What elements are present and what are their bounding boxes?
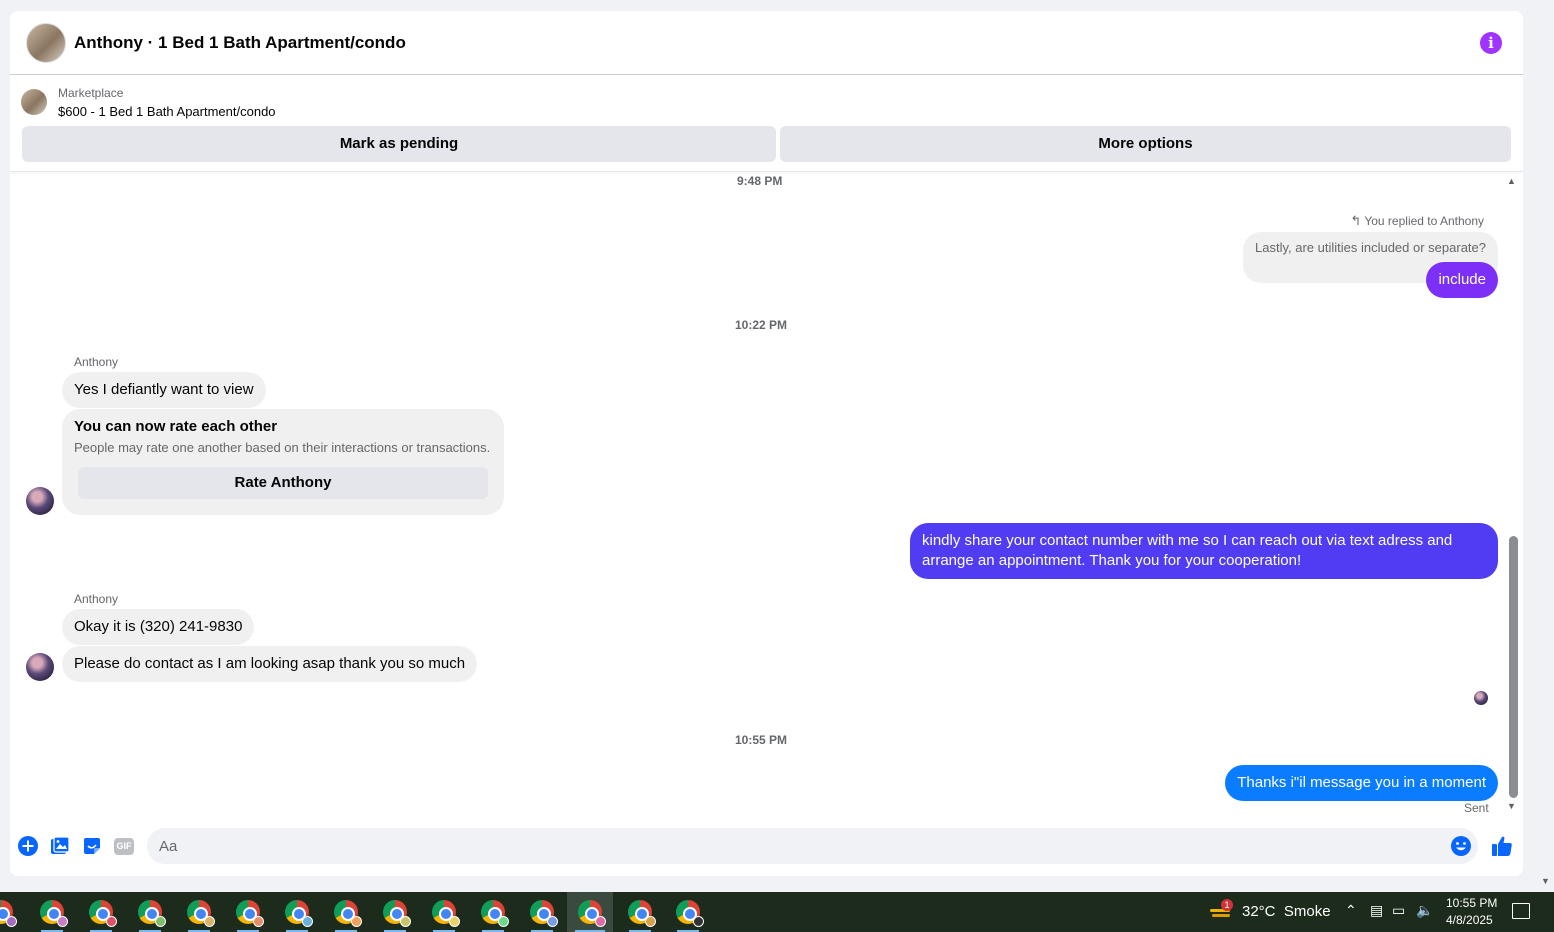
avatar[interactable] [26, 653, 54, 681]
message-line: arrange an appointment. Thank you for yo… [922, 552, 1302, 569]
message-input[interactable] [159, 828, 1429, 864]
outgoing-message[interactable]: Thanks i"il message you in a moment [1225, 765, 1498, 801]
chat-header: Anthony · 1 Bed 1 Bath Apartment/condo i [10, 11, 1523, 75]
timestamp: 9:48 PM [737, 174, 783, 188]
gif-label: GIF [114, 837, 134, 855]
message-composer[interactable] [147, 828, 1478, 864]
chrome-icon [236, 900, 264, 927]
taskbar-chrome-profile-active[interactable] [567, 892, 613, 932]
outgoing-message[interactable]: kindly share your contact number with me… [910, 523, 1498, 579]
page-scroll-down-arrow-icon[interactable]: ▼ [1541, 876, 1550, 886]
taskbar-chrome-profile[interactable] [225, 892, 271, 932]
rate-card-subtitle: People may rate one another based on the… [74, 440, 491, 455]
scroll-down-arrow-icon[interactable]: ▼ [1507, 801, 1516, 811]
taskbar-chrome-profile[interactable] [127, 892, 173, 932]
chrome-icon [89, 900, 117, 927]
reply-icon: ↰ [1350, 213, 1362, 228]
plus-circle-icon[interactable] [17, 835, 39, 857]
chrome-icon [334, 900, 362, 927]
timestamp: 10:55 PM [735, 733, 788, 747]
incoming-message[interactable]: Yes I defiantly want to view [62, 372, 266, 408]
chrome-icon [530, 900, 558, 927]
chrome-icon [285, 900, 313, 927]
taskbar-chrome-profile[interactable] [372, 892, 418, 932]
mark-as-pending-button[interactable]: Mark as pending [22, 126, 776, 162]
info-icon[interactable]: i [1480, 32, 1502, 54]
message-status: Sent [1464, 801, 1489, 815]
message-line: kindly share your contact number with me… [922, 532, 1453, 549]
incoming-message[interactable]: Please do contact as I am looking asap t… [62, 646, 478, 682]
reply-note-text: You replied to Anthony [1364, 214, 1484, 228]
emoji-icon[interactable] [1450, 835, 1472, 857]
taskbar-chrome-profile[interactable] [665, 892, 711, 932]
chat-title[interactable]: Anthony · 1 Bed 1 Bath Apartment/condo [74, 33, 406, 53]
timestamp: 10:22 PM [735, 318, 788, 332]
chrome-icon [432, 900, 460, 927]
weather-icon[interactable]: 1 [1210, 899, 1233, 921]
sticker-icon[interactable] [81, 835, 103, 857]
chrome-icon [676, 900, 704, 927]
taskbar-chrome-profile[interactable] [0, 892, 24, 932]
taskbar-chrome-profile[interactable] [78, 892, 124, 932]
network-icon[interactable]: ▭ [1392, 902, 1405, 919]
chat-window: Anthony · 1 Bed 1 Bath Apartment/condo i… [10, 11, 1523, 876]
chrome-icon [138, 900, 166, 927]
meet-icon[interactable]: ▤ [1370, 902, 1383, 919]
taskbar-chrome-profile[interactable] [323, 892, 369, 932]
incoming-message[interactable]: Okay it is (320) 241-9830 [62, 609, 255, 645]
gif-icon[interactable]: GIF [113, 835, 135, 857]
chrome-icon [628, 900, 656, 927]
taskbar-chrome-profile[interactable] [519, 892, 565, 932]
taskbar: 1 32°C Smoke ⌃ ▤ ▭ 🔈 10:55 PM 4/8/2025 [0, 892, 1554, 932]
taskbar-chrome-profile[interactable] [421, 892, 467, 932]
more-options-button[interactable]: More options [780, 126, 1511, 162]
rate-card: You can now rate each other People may r… [62, 409, 504, 515]
marketplace-listing-thumbnail[interactable] [21, 89, 47, 115]
clock-time[interactable]: 10:55 PM [1446, 896, 1497, 910]
notification-icon[interactable] [1512, 903, 1530, 919]
seen-avatar [1474, 691, 1488, 705]
chrome-icon [0, 900, 17, 927]
thumbs-up-icon[interactable] [1490, 835, 1514, 857]
listing-avatar[interactable] [26, 23, 66, 63]
outgoing-message[interactable]: include [1426, 262, 1498, 298]
divider [10, 171, 1523, 172]
scroll-up-arrow-icon[interactable]: ▲ [1507, 176, 1516, 186]
weather-text[interactable]: 32°C Smoke [1242, 903, 1331, 920]
chrome-icon [40, 900, 68, 927]
taskbar-chrome-profile[interactable] [176, 892, 222, 932]
taskbar-chrome-profile[interactable] [617, 892, 663, 932]
chrome-icon [383, 900, 411, 927]
reply-note: ↰ You replied to Anthony [1350, 213, 1484, 229]
rate-anthony-button[interactable]: Rate Anthony [78, 467, 488, 499]
sender-name: Anthony [74, 355, 119, 369]
chrome-icon [578, 900, 606, 927]
avatar[interactable] [26, 487, 54, 515]
clock-date[interactable]: 4/8/2025 [1446, 913, 1493, 927]
taskbar-chrome-profile[interactable] [274, 892, 320, 932]
weather-badge: 1 [1221, 899, 1233, 911]
scrollbar-thumb[interactable] [1509, 536, 1518, 798]
marketplace-label: Marketplace [58, 86, 124, 100]
sender-name: Anthony [74, 592, 119, 606]
chrome-icon [187, 900, 215, 927]
taskbar-chrome-profile[interactable] [29, 892, 75, 932]
image-icon[interactable] [49, 835, 71, 857]
volume-icon[interactable]: 🔈 [1416, 902, 1433, 919]
taskbar-chrome-profile[interactable] [470, 892, 516, 932]
marketplace-listing-title[interactable]: $600 - 1 Bed 1 Bath Apartment/condo [58, 104, 276, 119]
chrome-icon [481, 900, 509, 927]
rate-card-title: You can now rate each other [74, 418, 278, 435]
chevron-up-icon[interactable]: ⌃ [1345, 902, 1357, 919]
